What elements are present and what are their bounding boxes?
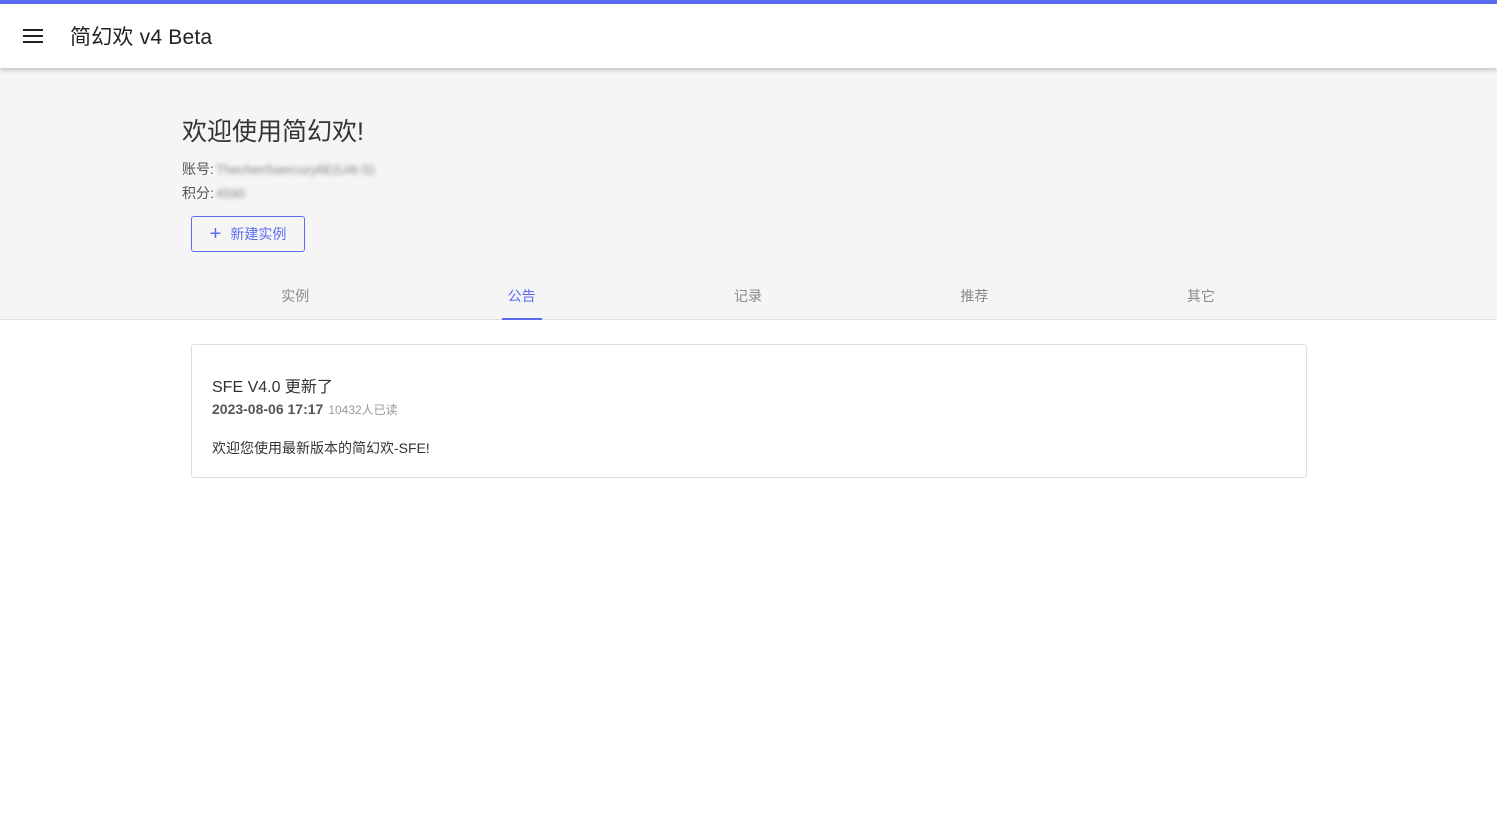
- points-label: 积分:: [182, 185, 214, 201]
- points-line: 积分: 4590: [182, 183, 245, 203]
- tab-label: 推荐: [960, 288, 989, 304]
- active-tab-indicator: [501, 318, 542, 320]
- account-label: 账号:: [182, 161, 214, 177]
- app-title: 简幻欢 v4 Beta: [70, 26, 213, 49]
- tab-label: 其它: [1186, 288, 1215, 304]
- new-instance-button[interactable]: + 新建实例: [191, 216, 305, 252]
- tab-bar: 实例 公告 记录 推荐 其它: [182, 272, 1314, 320]
- plus-icon: +: [209, 223, 222, 245]
- announcement-date: 2023-08-06 17:17: [212, 401, 324, 417]
- points-value: 4590: [215, 185, 245, 201]
- tab-records[interactable]: 记录: [635, 272, 861, 320]
- tab-instances[interactable]: 实例: [182, 272, 408, 320]
- account-value: Thechen5aercury6E(U4t-S): [215, 161, 375, 177]
- tab-label: 记录: [734, 288, 763, 304]
- tab-recommend[interactable]: 推荐: [861, 272, 1087, 320]
- new-instance-label: 新建实例: [230, 226, 287, 242]
- announcement-body: 欢迎您使用最新版本的简幻欢-SFE!: [212, 440, 430, 456]
- menu-icon: [23, 29, 43, 43]
- user-header: 欢迎使用简幻欢! 账号: Thechen5aercury6E(U4t-S) 积分…: [0, 68, 1497, 320]
- account-line: 账号: Thechen5aercury6E(U4t-S): [182, 159, 375, 179]
- menu-button[interactable]: [13, 16, 53, 56]
- tab-label: 实例: [281, 288, 310, 304]
- welcome-heading: 欢迎使用简幻欢!: [182, 118, 364, 146]
- tab-announcements[interactable]: 公告: [408, 272, 634, 320]
- app-bar: 简幻欢 v4 Beta: [0, 4, 1497, 68]
- announcement-title: SFE V4.0 更新了: [212, 379, 333, 396]
- announcement-card[interactable]: SFE V4.0 更新了 2023-08-06 17:17 10432人已读 欢…: [191, 344, 1307, 478]
- announcement-read-count: 10432人已读: [328, 403, 398, 417]
- announcement-meta: 2023-08-06 17:17 10432人已读: [212, 401, 398, 418]
- tab-other[interactable]: 其它: [1088, 272, 1314, 320]
- tab-label: 公告: [507, 288, 536, 304]
